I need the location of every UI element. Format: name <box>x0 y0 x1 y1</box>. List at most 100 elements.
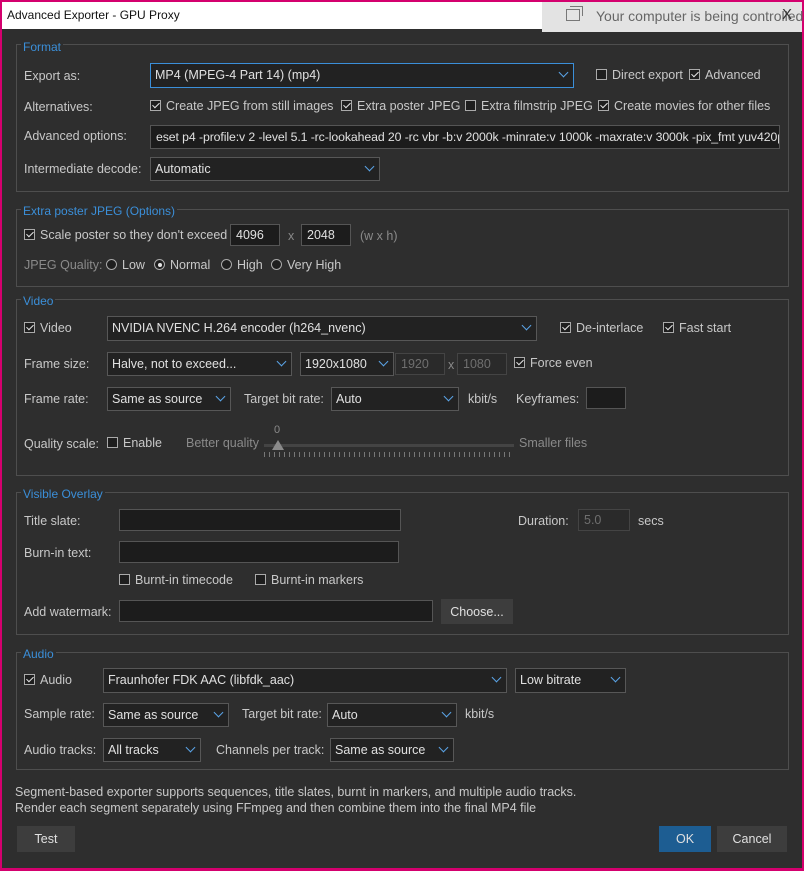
video-kbits-label: kbit/s <box>468 392 498 406</box>
quality-normal-radio[interactable] <box>154 259 165 270</box>
frame-x-label: x <box>448 358 455 372</box>
advanced-options-label: Advanced options: <box>24 129 127 143</box>
intermediate-decode-select[interactable]: Automatic <box>150 157 380 181</box>
video-legend: Video <box>21 294 56 308</box>
quality-scale-label: Quality scale: <box>24 437 100 451</box>
poster-options-group <box>16 209 789 287</box>
chevron-down-icon <box>558 67 569 78</box>
chevron-down-icon <box>491 672 502 683</box>
extra-filmstrip-label: Extra filmstrip JPEG <box>481 99 593 113</box>
alternatives-label: Alternatives: <box>24 100 93 114</box>
advanced-exporter-window: Advanced Exporter - GPU Proxy Your compu… <box>2 2 804 868</box>
quality-low-radio[interactable] <box>106 259 117 270</box>
frame-size-label: Frame size: <box>24 357 90 371</box>
chevron-down-icon <box>441 707 452 718</box>
wxh-label: (w x h) <box>360 229 398 243</box>
burnin-timecode-checkbox[interactable] <box>119 574 130 585</box>
audio-tracks-select[interactable]: All tracks <box>103 738 201 762</box>
keyframes-label: Keyframes: <box>516 392 580 406</box>
audio-checkbox[interactable] <box>24 674 35 685</box>
audio-bitrate-select[interactable]: Auto <box>327 703 457 727</box>
sample-rate-label: Sample rate: <box>24 707 95 721</box>
video-checkbox[interactable] <box>24 322 35 333</box>
chevron-down-icon <box>215 391 226 402</box>
burnin-markers-checkbox[interactable] <box>255 574 266 585</box>
direct-export-label: Direct export <box>612 68 683 82</box>
chevron-down-icon <box>443 391 454 402</box>
fast-start-checkbox[interactable] <box>663 322 674 333</box>
audio-profile-select[interactable]: Low bitrate <box>515 668 626 693</box>
extra-filmstrip-checkbox[interactable] <box>465 100 476 111</box>
create-jpeg-label: Create JPEG from still images <box>166 99 334 113</box>
audio-codec-select[interactable]: Fraunhofer FDK AAC (libfdk_aac) <box>103 668 507 693</box>
duration-label: Duration: <box>518 514 569 528</box>
quality-very-high-radio[interactable] <box>271 259 282 270</box>
export-as-select[interactable]: MP4 (MPEG-4 Part 14) (mp4) <box>150 63 574 88</box>
quality-low-label: Low <box>122 258 145 272</box>
direct-export-checkbox[interactable] <box>596 69 607 80</box>
frame-size-select[interactable]: 1920x1080 <box>300 352 394 376</box>
scale-poster-checkbox[interactable] <box>24 229 35 240</box>
export-as-label: Export as: <box>24 69 81 83</box>
edge-mark <box>0 300 2 307</box>
video-bitrate-select[interactable]: Auto <box>331 387 459 411</box>
duration-input: 5.0 <box>578 509 630 531</box>
window-icon-back <box>570 6 583 16</box>
slider-thumb[interactable] <box>272 440 284 450</box>
chevron-down-icon <box>276 356 287 367</box>
footer-note-1: Segment-based exporter supports sequence… <box>15 785 577 799</box>
frame-rate-label: Frame rate: <box>24 392 89 406</box>
format-legend: Format <box>21 40 64 54</box>
deinterlace-checkbox[interactable] <box>560 322 571 333</box>
ok-button[interactable]: OK <box>659 826 711 852</box>
jpeg-quality-label: JPEG Quality: <box>24 258 103 272</box>
quality-slider[interactable] <box>264 438 514 460</box>
audio-legend: Audio <box>21 647 56 661</box>
video-encoder-select[interactable]: NVIDIA NVENC H.264 encoder (h264_nvenc) <box>107 316 537 341</box>
keyframes-input[interactable] <box>586 387 626 409</box>
remote-control-toast: Your computer is being controlled X <box>542 2 804 32</box>
burnin-timecode-label: Burnt-in timecode <box>135 573 233 587</box>
quality-enable-checkbox[interactable] <box>107 437 118 448</box>
quality-high-radio[interactable] <box>221 259 232 270</box>
frame-rate-select[interactable]: Same as source <box>107 387 231 411</box>
toast-text: Your computer is being controlled <box>596 8 804 24</box>
chevron-down-icon <box>213 707 224 718</box>
slider-ticks <box>264 452 514 457</box>
sample-rate-select[interactable]: Same as source <box>103 703 229 727</box>
choose-watermark-button[interactable]: Choose... <box>441 599 513 624</box>
title-slate-label: Title slate: <box>24 514 81 528</box>
slider-track <box>264 444 514 447</box>
chevron-down-icon <box>438 742 449 753</box>
secs-label: secs <box>638 514 664 528</box>
poster-x-label: x <box>288 229 295 243</box>
force-even-checkbox[interactable] <box>514 357 525 368</box>
channels-select[interactable]: Same as source <box>330 738 454 762</box>
poster-width-input[interactable]: 4096 <box>230 224 280 246</box>
create-movies-checkbox[interactable] <box>598 100 609 111</box>
create-jpeg-checkbox[interactable] <box>150 100 161 111</box>
watermark-input[interactable] <box>119 600 433 622</box>
better-quality-label: Better quality <box>186 436 259 450</box>
fast-start-label: Fast start <box>679 321 732 335</box>
chevron-down-icon <box>364 161 375 172</box>
advanced-options-input[interactable]: eset p4 -profile:v 2 -level 5.1 -rc-look… <box>150 125 780 149</box>
force-even-label: Force even <box>530 356 593 370</box>
frame-size-mode-select[interactable]: Halve, not to exceed... <box>107 352 292 376</box>
audio-target-bitrate-label: Target bit rate: <box>242 707 322 721</box>
close-icon[interactable]: X <box>782 6 792 23</box>
extra-poster-checkbox[interactable] <box>341 100 352 111</box>
target-bitrate-label: Target bit rate: <box>244 392 324 406</box>
cancel-button[interactable]: Cancel <box>717 826 787 852</box>
burnin-text-label: Burn-in text: <box>24 546 92 560</box>
advanced-checkbox[interactable] <box>689 69 700 80</box>
poster-height-input[interactable]: 2048 <box>301 224 351 246</box>
burnin-text-input[interactable] <box>119 541 399 563</box>
quality-normal-label: Normal <box>170 258 211 272</box>
extra-poster-label: Extra poster JPEG <box>357 99 461 113</box>
slider-value-label: 0 <box>274 424 281 436</box>
window-title: Advanced Exporter - GPU Proxy <box>7 8 180 22</box>
test-button[interactable]: Test <box>17 826 75 852</box>
audio-label: Audio <box>40 673 72 687</box>
title-slate-input[interactable] <box>119 509 401 531</box>
